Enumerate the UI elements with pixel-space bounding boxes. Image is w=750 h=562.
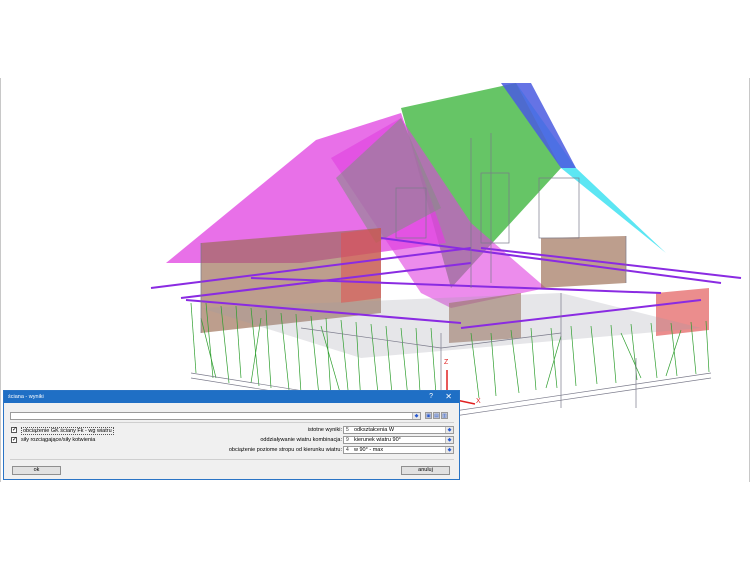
delete-icon[interactable]: ▥ [441,412,448,419]
results-value: odkształcenia W [354,427,395,433]
dialog-title-bar[interactable]: ściana - wyniki ? ✕ [4,391,459,403]
wall-red-left [341,228,381,303]
chevron-down-icon[interactable]: ◆ [445,447,453,453]
results-field-label: istotne wyniki: [307,427,342,433]
slab-load-label: obciążenie poziome stropu od kierunku wi… [228,447,342,453]
cancel-button[interactable]: anuluj [401,466,450,475]
results-select[interactable]: 5 odkształcenia W ◆ [343,426,454,434]
slab-load-number: 4 [346,447,349,453]
ok-button[interactable]: ok [12,466,61,475]
separator [10,459,454,460]
dialog-title: ściana - wyniki [8,394,44,400]
chevron-down-icon[interactable]: ◆ [445,437,453,443]
checkbox-tension-anchor[interactable]: ✓ [11,437,17,443]
wind-combination-label: oddziaływanie wiatru kombinacja: [260,437,342,443]
slab-load-select[interactable]: 4 w 90° - max ◆ [343,446,454,454]
checkbox-wall-load[interactable]: ✓ [11,427,17,433]
top-combo[interactable]: ◆ [10,412,421,420]
copy-icon[interactable]: ▤ [433,412,440,419]
wall-brown-right [541,236,626,288]
wind-combination-number: 9 [346,437,349,443]
separator [10,422,454,423]
help-button[interactable]: ? [429,393,433,400]
chevron-down-icon[interactable]: ◆ [412,413,420,419]
results-dialog: ściana - wyniki ? ✕ ◆ ▣ ▤ ▥ ✓ obciążenie… [3,390,460,480]
checkbox-wall-load-label: obciążenie GK ściany Fk - wg wiatru [21,427,114,435]
wind-combination-value: kierunek wiatru 90° [354,437,401,443]
axis-x-label: X [476,398,481,405]
slab-load-value: w 90° - max [354,447,384,453]
checkbox-tension-anchor-label: siły rozciągające/siły kotwienia [21,437,96,443]
wind-combination-select[interactable]: 9 kierunek wiatru 90° ◆ [343,436,454,444]
chevron-down-icon[interactable]: ◆ [445,427,453,433]
close-button[interactable]: ✕ [445,392,452,401]
results-number: 5 [346,427,349,433]
axis-z-label: Z [444,359,449,366]
save-icon[interactable]: ▣ [425,412,432,419]
